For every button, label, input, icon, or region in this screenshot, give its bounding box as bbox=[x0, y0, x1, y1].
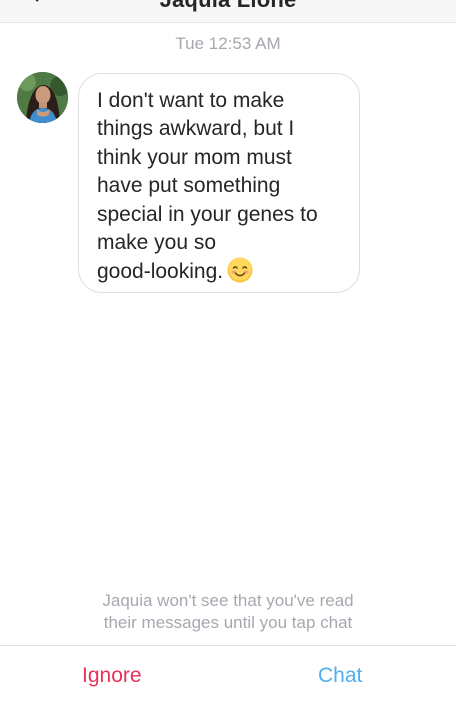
bottom-safe-area bbox=[0, 706, 456, 720]
avatar[interactable] bbox=[17, 72, 68, 123]
footer-divider bbox=[0, 645, 456, 646]
read-receipt-notice: Jaquia won't see that you've read their … bbox=[102, 591, 354, 632]
ignore-button[interactable]: Ignore bbox=[76, 660, 148, 692]
message-text: I don't want to make things awkward, but… bbox=[97, 89, 318, 284]
chat-button[interactable]: Chat bbox=[312, 660, 368, 692]
contact-name-title[interactable]: Jaquia Lione bbox=[0, 0, 456, 13]
conversation-header: Jaquia Lione bbox=[0, 0, 456, 23]
smiling-face-emoji-icon bbox=[227, 257, 253, 283]
message-bubble[interactable]: I don't want to make things awkward, but… bbox=[78, 73, 360, 293]
message-timestamp: Tue 12:53 AM bbox=[175, 34, 281, 53]
